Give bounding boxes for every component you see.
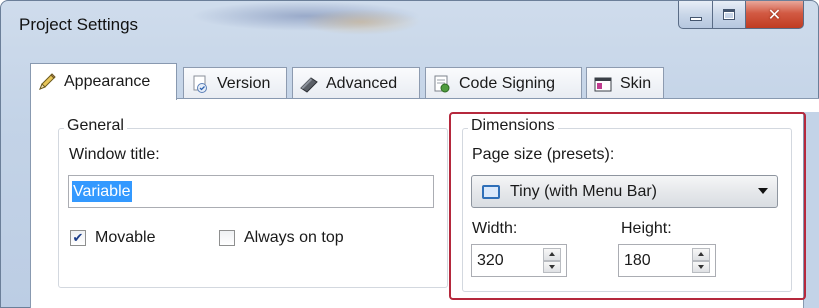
page-size-dropdown[interactable]: Tiny (with Menu Bar) bbox=[471, 175, 778, 208]
window-title-input[interactable]: Variable bbox=[68, 175, 434, 208]
advanced-icon bbox=[299, 74, 319, 94]
window-controls: ✕ bbox=[678, 1, 804, 29]
width-label: Width: bbox=[472, 220, 518, 237]
always-on-top-checkbox[interactable] bbox=[219, 230, 235, 246]
tab-advanced[interactable]: Advanced bbox=[292, 67, 420, 99]
tab-advanced-label: Advanced bbox=[326, 74, 398, 92]
always-on-top-label: Always on top bbox=[244, 229, 344, 246]
title-bar-background-highlight bbox=[301, 9, 421, 35]
arrow-down-icon bbox=[698, 264, 704, 269]
arrow-up-icon bbox=[698, 252, 704, 257]
height-label: Height: bbox=[621, 220, 672, 237]
height-spinner[interactable]: 180 bbox=[618, 244, 716, 277]
arrow-up-icon bbox=[549, 252, 555, 257]
general-group-legend: General bbox=[64, 117, 127, 135]
height-decrement-button[interactable] bbox=[692, 260, 710, 273]
tab-appearance[interactable]: Appearance bbox=[30, 63, 177, 100]
tab-version-label: Version bbox=[217, 74, 271, 92]
version-icon bbox=[190, 74, 210, 94]
height-spinner-buttons bbox=[692, 248, 710, 273]
title-bar[interactable]: Project Settings ✕ bbox=[1, 1, 818, 51]
minimize-button[interactable] bbox=[678, 1, 713, 29]
width-increment-button[interactable] bbox=[543, 248, 561, 261]
pencil-icon bbox=[37, 72, 57, 92]
width-spinner-buttons bbox=[543, 248, 561, 273]
dimensions-group-legend: Dimensions bbox=[468, 117, 558, 135]
code-signing-icon bbox=[432, 74, 452, 94]
close-icon: ✕ bbox=[767, 5, 782, 24]
height-increment-button[interactable] bbox=[692, 248, 710, 261]
tab-appearance-label: Appearance bbox=[64, 73, 151, 90]
minimize-icon bbox=[689, 16, 702, 21]
height-value: 180 bbox=[624, 252, 651, 269]
monitor-icon bbox=[482, 184, 500, 199]
close-button[interactable]: ✕ bbox=[746, 1, 804, 29]
window-title-input-value: Variable bbox=[72, 181, 132, 202]
maximize-button[interactable] bbox=[713, 1, 746, 29]
movable-label: Movable bbox=[95, 229, 156, 246]
arrow-down-icon bbox=[549, 264, 555, 269]
chevron-down-icon bbox=[758, 188, 768, 194]
window-title-label: Window title: bbox=[69, 146, 160, 163]
skin-icon bbox=[593, 74, 613, 94]
checkmark-icon: ✔ bbox=[72, 230, 84, 246]
window-title: Project Settings bbox=[19, 15, 139, 34]
width-spinner[interactable]: 320 bbox=[471, 244, 567, 277]
width-value: 320 bbox=[477, 252, 504, 269]
maximize-icon bbox=[723, 9, 735, 20]
tab-version[interactable]: Version bbox=[183, 67, 287, 99]
page-size-selected-value: Tiny (with Menu Bar) bbox=[510, 182, 657, 200]
tab-code-signing-label: Code Signing bbox=[459, 74, 556, 92]
tab-skin[interactable]: Skin bbox=[586, 67, 664, 99]
movable-checkbox[interactable]: ✔ bbox=[70, 230, 86, 246]
width-decrement-button[interactable] bbox=[543, 260, 561, 273]
page-size-label: Page size (presets): bbox=[472, 146, 615, 163]
tab-skin-label: Skin bbox=[620, 74, 652, 92]
tab-code-signing[interactable]: Code Signing bbox=[425, 67, 582, 99]
